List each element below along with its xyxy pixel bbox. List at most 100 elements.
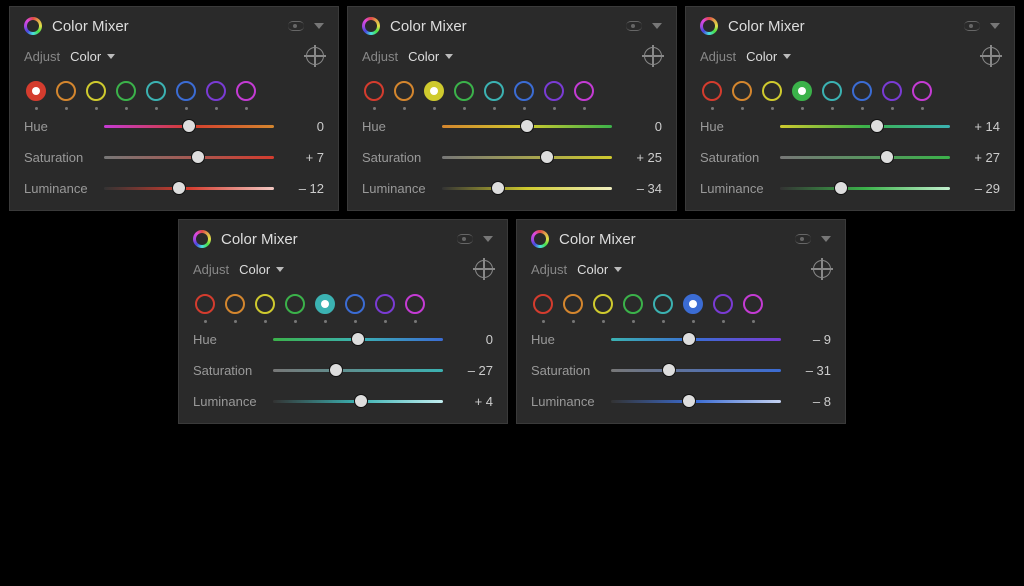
color-wheel-icon (531, 230, 549, 248)
lum-thumb[interactable] (173, 182, 185, 194)
color-swatch-0[interactable] (26, 81, 46, 101)
color-swatch-4[interactable] (484, 81, 504, 101)
visibility-icon[interactable] (964, 21, 980, 31)
hue-thumb[interactable] (871, 120, 883, 132)
color-swatch-2[interactable] (762, 81, 782, 101)
adjust-label: Adjust (24, 49, 60, 64)
sat-thumb[interactable] (330, 364, 342, 376)
panel-title: Color Mixer (559, 231, 785, 248)
adjust-dropdown[interactable]: Color (746, 49, 791, 64)
sat-thumb[interactable] (881, 151, 893, 163)
lum-slider[interactable] (104, 187, 274, 190)
color-mixer-panel-2: Color Mixer Adjust Color (685, 6, 1015, 211)
visibility-icon[interactable] (288, 21, 304, 31)
adjust-dropdown[interactable]: Color (239, 262, 284, 277)
adjust-dropdown[interactable]: Color (577, 262, 622, 277)
sat-slider[interactable] (611, 369, 781, 372)
lum-slider[interactable] (273, 400, 443, 403)
hue-slider[interactable] (104, 125, 274, 128)
color-swatch-2[interactable] (593, 294, 613, 314)
panel-menu-icon[interactable] (483, 236, 493, 242)
color-swatch-1[interactable] (563, 294, 583, 314)
color-swatch-4[interactable] (146, 81, 166, 101)
color-swatch-3[interactable] (285, 294, 305, 314)
color-mixer-panel-0: Color Mixer Adjust Color (9, 6, 339, 211)
color-swatch-1[interactable] (56, 81, 76, 101)
panel-menu-icon[interactable] (314, 23, 324, 29)
panel-menu-icon[interactable] (821, 236, 831, 242)
lum-slider[interactable] (780, 187, 950, 190)
hue-slider[interactable] (611, 338, 781, 341)
color-swatch-3[interactable] (623, 294, 643, 314)
visibility-icon[interactable] (626, 21, 642, 31)
color-swatch-3[interactable] (792, 81, 812, 101)
color-swatch-4[interactable] (653, 294, 673, 314)
color-swatch-1[interactable] (225, 294, 245, 314)
color-swatch-7[interactable] (743, 294, 763, 314)
color-swatch-6[interactable] (882, 81, 902, 101)
color-swatch-5[interactable] (345, 294, 365, 314)
targeted-adjustment-icon[interactable] (644, 47, 662, 65)
color-swatch-6[interactable] (375, 294, 395, 314)
color-swatch-6[interactable] (206, 81, 226, 101)
lum-thumb[interactable] (683, 395, 695, 407)
sat-slider[interactable] (273, 369, 443, 372)
color-swatch-3[interactable] (116, 81, 136, 101)
color-swatch-5[interactable] (852, 81, 872, 101)
hue-thumb[interactable] (183, 120, 195, 132)
hue-slider[interactable] (442, 125, 612, 128)
color-swatch-6[interactable] (713, 294, 733, 314)
hue-thumb[interactable] (352, 333, 364, 345)
panel-menu-icon[interactable] (990, 23, 1000, 29)
sat-slider[interactable] (104, 156, 274, 159)
lum-thumb[interactable] (355, 395, 367, 407)
targeted-adjustment-icon[interactable] (813, 260, 831, 278)
targeted-adjustment-icon[interactable] (475, 260, 493, 278)
color-swatch-0[interactable] (533, 294, 553, 314)
lum-thumb[interactable] (492, 182, 504, 194)
color-swatch-0[interactable] (702, 81, 722, 101)
hue-slider[interactable] (780, 125, 950, 128)
hue-label: Hue (24, 119, 94, 134)
adjust-dropdown[interactable]: Color (70, 49, 115, 64)
color-swatch-5[interactable] (176, 81, 196, 101)
color-swatch-7[interactable] (405, 294, 425, 314)
panel-menu-icon[interactable] (652, 23, 662, 29)
hue-thumb[interactable] (683, 333, 695, 345)
color-swatch-2[interactable] (424, 81, 444, 101)
color-swatch-7[interactable] (912, 81, 932, 101)
color-swatch-7[interactable] (574, 81, 594, 101)
color-swatch-1[interactable] (394, 81, 414, 101)
visibility-icon[interactable] (795, 234, 811, 244)
targeted-adjustment-icon[interactable] (306, 47, 324, 65)
sat-slider[interactable] (780, 156, 950, 159)
sat-value: + 7 (284, 150, 324, 165)
lum-slider[interactable] (611, 400, 781, 403)
lum-thumb[interactable] (835, 182, 847, 194)
lum-slider[interactable] (442, 187, 612, 190)
color-swatch-0[interactable] (195, 294, 215, 314)
sat-thumb[interactable] (541, 151, 553, 163)
sat-thumb[interactable] (663, 364, 675, 376)
adjust-label: Adjust (700, 49, 736, 64)
color-swatch-0[interactable] (364, 81, 384, 101)
adjust-dropdown[interactable]: Color (408, 49, 453, 64)
color-swatch-5[interactable] (683, 294, 703, 314)
color-swatch-6[interactable] (544, 81, 564, 101)
color-swatch-4[interactable] (822, 81, 842, 101)
sat-slider[interactable] (442, 156, 612, 159)
visibility-icon[interactable] (457, 234, 473, 244)
hue-thumb[interactable] (521, 120, 533, 132)
color-swatch-2[interactable] (255, 294, 275, 314)
color-swatch-7[interactable] (236, 81, 256, 101)
sat-thumb[interactable] (192, 151, 204, 163)
targeted-adjustment-icon[interactable] (982, 47, 1000, 65)
hue-label: Hue (531, 332, 601, 347)
color-swatch-1[interactable] (732, 81, 752, 101)
color-wheel-icon (24, 17, 42, 35)
color-swatch-4[interactable] (315, 294, 335, 314)
color-swatch-5[interactable] (514, 81, 534, 101)
hue-slider[interactable] (273, 338, 443, 341)
color-swatch-2[interactable] (86, 81, 106, 101)
color-swatch-3[interactable] (454, 81, 474, 101)
